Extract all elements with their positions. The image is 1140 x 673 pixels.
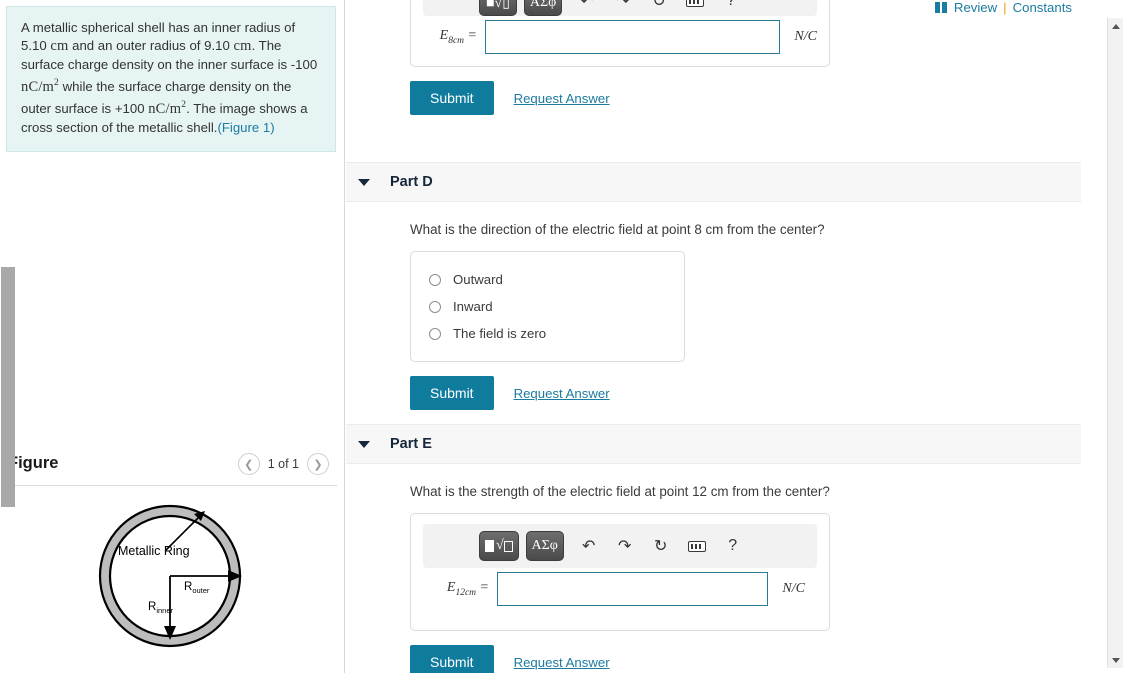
part-e-section: Part E What is the strength of the elect… xyxy=(346,424,1081,673)
vertical-scrollbar[interactable] xyxy=(1107,18,1123,668)
part-e-question: What is the strength of the electric fie… xyxy=(410,484,830,499)
part-d-option-outward[interactable]: Outward xyxy=(411,266,684,293)
help-icon[interactable]: ? xyxy=(713,0,749,16)
previous-button-row: Submit Request Answer xyxy=(410,81,1106,115)
previous-unit-label: N/C xyxy=(794,29,817,44)
redo-icon[interactable]: ↷ xyxy=(605,0,641,16)
part-e-submit-button[interactable]: Submit xyxy=(410,645,494,673)
previous-answer-input[interactable] xyxy=(485,20,781,54)
problem-statement: A metallic spherical shell has an inner … xyxy=(6,6,336,153)
math-greek-button[interactable]: ΑΣφ xyxy=(525,531,564,561)
problem-unit-3: nC/m2 xyxy=(21,78,59,96)
previous-equation-row: E8cm = N/C xyxy=(411,16,829,66)
part-e-answer-card: √ ΑΣφ ↶ ↷ ↻ ? E12cm = N/C xyxy=(410,513,830,631)
keyboard-icon[interactable] xyxy=(677,0,713,16)
previous-request-answer-link[interactable]: Request Answer xyxy=(514,91,610,106)
part-e-eq-label: E12cm = xyxy=(446,580,489,598)
part-d-option-label-2: The field is zero xyxy=(453,326,547,341)
part-d-option-inward[interactable]: Inward xyxy=(411,293,684,320)
part-d-submit-button[interactable]: Submit xyxy=(410,376,494,410)
figure-ring-label: Metallic Ring xyxy=(118,544,190,558)
part-e-header[interactable]: Part E xyxy=(346,424,1081,464)
problem-unit-4: nC/m2 xyxy=(148,100,187,118)
figure-pagination: ❮ 1 of 1 ❯ xyxy=(237,453,329,475)
part-e-answer-input[interactable] xyxy=(497,572,769,606)
radio-icon[interactable] xyxy=(429,327,441,340)
previous-answer-card: ■√▯ ΑΣφ ↶ ↷ ↻ ? E8cm = N/C xyxy=(410,0,830,67)
part-d-question: What is the direction of the electric fi… xyxy=(410,222,825,237)
math-template-button[interactable]: √ xyxy=(479,531,519,561)
left-panel: A metallic spherical shell has an inner … xyxy=(0,0,345,673)
scroll-down-icon[interactable] xyxy=(1108,652,1124,668)
figure-next-button[interactable]: ❯ xyxy=(307,453,329,475)
reset-icon[interactable]: ↻ xyxy=(641,0,677,16)
problem-text-2: and an outer radius of 9.10 xyxy=(72,38,230,54)
scroll-up-icon[interactable] xyxy=(1108,18,1124,34)
part-d-request-answer-link[interactable]: Request Answer xyxy=(514,386,610,401)
part-d-button-row: Submit Request Answer xyxy=(410,376,1081,410)
page-root: A metallic spherical shell has an inner … xyxy=(0,0,1140,673)
part-d-section: Part D What is the direction of the elec… xyxy=(346,162,1081,410)
undo-icon[interactable]: ↶ xyxy=(571,531,607,561)
undo-icon[interactable]: ↶ xyxy=(569,0,605,16)
help-icon[interactable]: ? xyxy=(715,531,751,561)
part-e-math-toolbar: √ ΑΣφ ↶ ↷ ↻ ? xyxy=(423,524,817,568)
part-e-button-row: Submit Request Answer xyxy=(410,645,1081,673)
part-e-unit-label: N/C xyxy=(782,581,805,596)
redo-icon[interactable]: ↷ xyxy=(607,531,643,561)
part-d-label: Part D xyxy=(390,174,433,190)
math-greek-button[interactable]: ΑΣφ xyxy=(524,0,562,16)
figure-header: Figure ❮ 1 of 1 ❯ xyxy=(0,448,345,486)
figure-diagram: Metallic Ring Router Rinner xyxy=(98,504,242,648)
part-e-collapse-icon[interactable] xyxy=(358,440,370,448)
radio-icon[interactable] xyxy=(429,273,441,286)
previous-submit-button[interactable]: Submit xyxy=(410,81,494,115)
problem-unit-2: cm xyxy=(233,38,252,55)
reset-icon[interactable]: ↻ xyxy=(643,531,679,561)
figure-prev-button[interactable]: ❮ xyxy=(237,453,260,475)
main-content: Review | Constants ■√▯ ΑΣφ ↶ ↷ ↻ ? E8cm … xyxy=(346,0,1106,673)
part-d-header[interactable]: Part D xyxy=(346,162,1081,202)
previous-part-answer-block: ■√▯ ΑΣφ ↶ ↷ ↻ ? E8cm = N/C Submit Reques… xyxy=(346,0,1106,115)
problem-unit-1: cm xyxy=(50,38,69,55)
part-e-request-answer-link[interactable]: Request Answer xyxy=(514,655,610,670)
figure-count-label: 1 of 1 xyxy=(267,457,299,471)
part-d-collapse-icon[interactable] xyxy=(358,178,370,186)
part-d-option-field-is-zero[interactable]: The field is zero xyxy=(411,320,684,347)
keyboard-icon[interactable] xyxy=(679,531,715,561)
figure-1-link[interactable]: (Figure 1) xyxy=(217,120,274,135)
figure-title: Figure xyxy=(8,454,59,472)
part-e-equation-row: E12cm = N/C xyxy=(423,568,817,618)
part-e-label: Part E xyxy=(390,436,432,452)
part-d-option-label-1: Inward xyxy=(453,299,493,314)
figure-divider xyxy=(8,485,337,486)
radio-icon[interactable] xyxy=(429,300,441,313)
math-template-button[interactable]: ■√▯ xyxy=(479,0,517,16)
part-d-options-box: Outward Inward The field is zero xyxy=(410,251,685,362)
previous-math-toolbar: ■√▯ ΑΣφ ↶ ↷ ↻ ? xyxy=(423,0,817,16)
scrollbar-thumb[interactable] xyxy=(1,267,15,507)
part-d-option-label-0: Outward xyxy=(453,272,503,287)
previous-eq-label: E8cm = xyxy=(439,28,477,46)
